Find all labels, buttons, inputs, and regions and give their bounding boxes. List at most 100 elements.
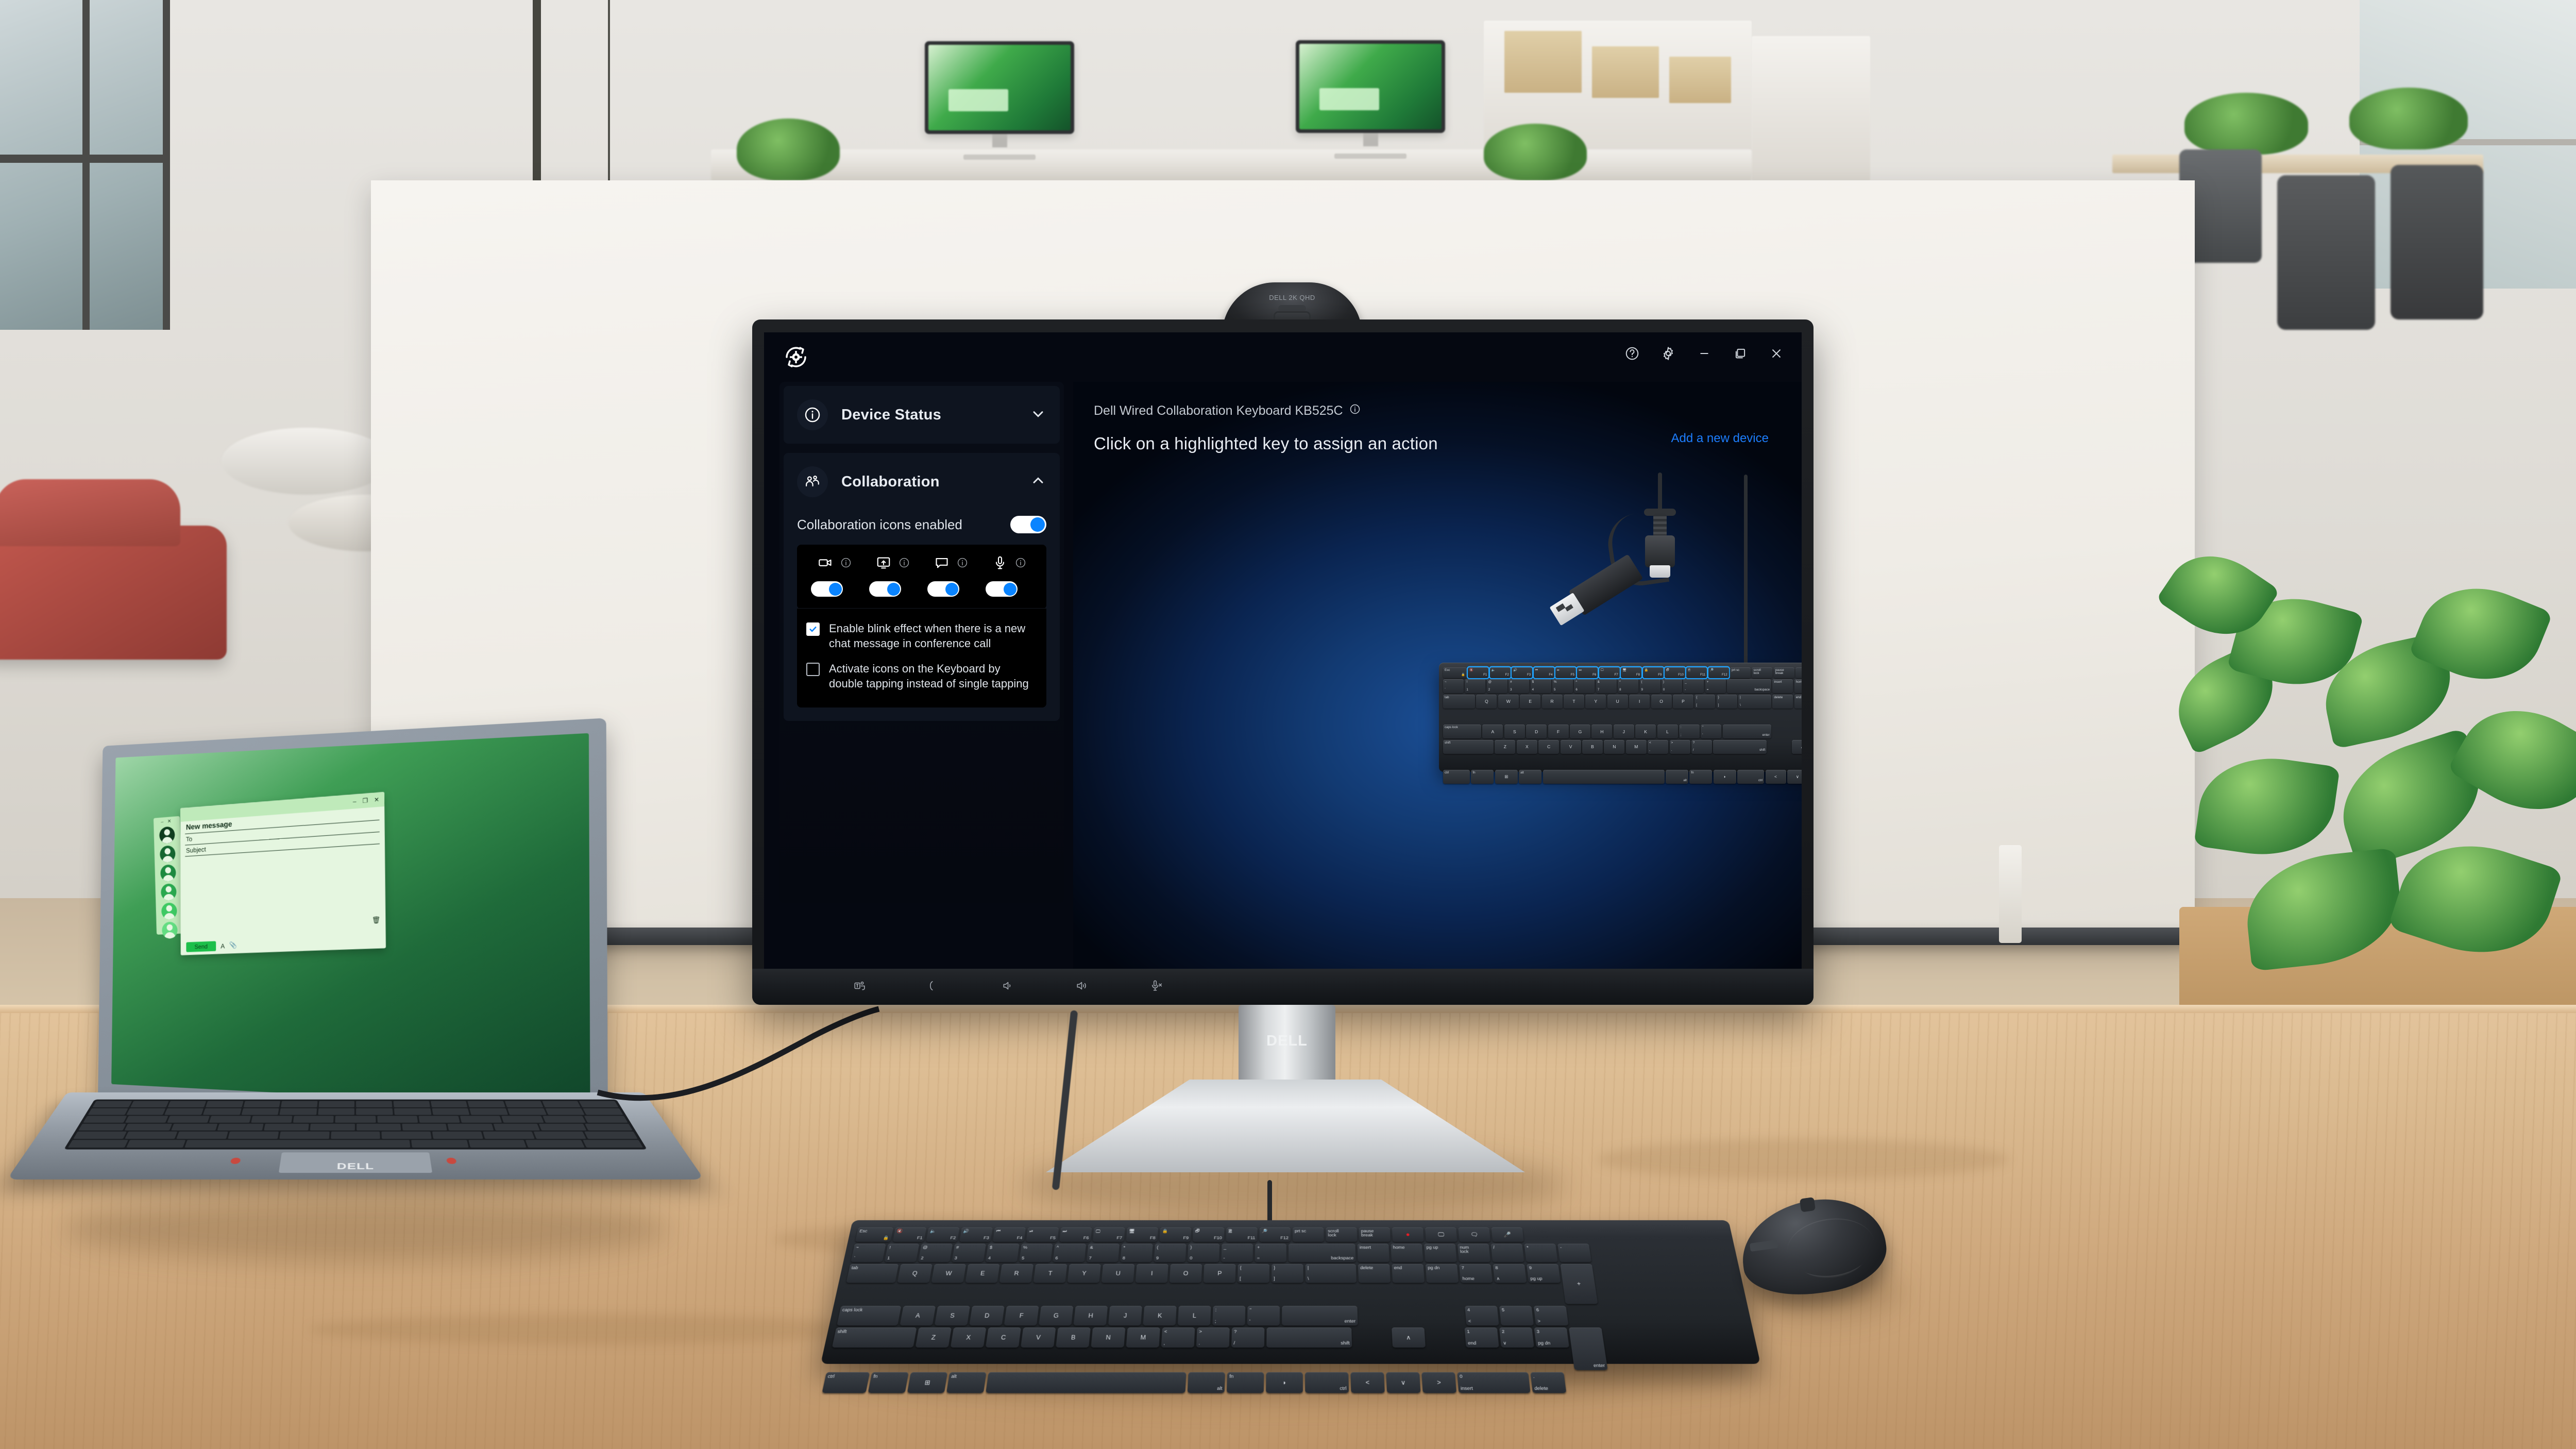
key-delete[interactable]: delete — [1772, 694, 1793, 709]
microphone-icon[interactable] — [992, 555, 1008, 573]
pkey-np-multiply[interactable]: * — [1524, 1243, 1558, 1262]
double-tap-checkbox-row[interactable]: Activate icons on the Keyboard by double… — [806, 656, 1037, 696]
pkey-2[interactable]: @2 — [918, 1243, 953, 1262]
minimize-icon[interactable] — [1697, 346, 1712, 361]
pkey-slash[interactable]: ? / — [1231, 1327, 1265, 1348]
pkey-collab-share[interactable]: 🖵 — [1425, 1227, 1458, 1242]
key-y[interactable]: Y — [1585, 694, 1606, 709]
mouse-scroll-wheel[interactable] — [1799, 1197, 1816, 1212]
mic-mute-icon[interactable] — [1150, 979, 1163, 995]
key-pause-break[interactable]: pause break — [1773, 667, 1794, 678]
key-home[interactable]: home — [1794, 679, 1802, 694]
pkey-np-minus[interactable]: - — [1557, 1243, 1592, 1262]
key-fn-left[interactable]: fn — [1471, 769, 1494, 784]
volume-down-icon[interactable] — [1002, 979, 1015, 995]
pkey-np-plus[interactable]: + — [1560, 1263, 1598, 1304]
pkey-f1[interactable]: 🔇 F1 — [892, 1227, 927, 1242]
pkey-np-0[interactable]: 0 insert — [1457, 1372, 1531, 1393]
pkey-6[interactable]: ^ 6 — [1053, 1243, 1087, 1262]
attachment-icon[interactable]: 📎 — [229, 941, 237, 950]
key-end[interactable]: end — [1794, 694, 1802, 709]
key-fn-right[interactable]: fn — [1689, 769, 1713, 784]
info-icon[interactable] — [957, 557, 968, 571]
pkey-f6[interactable]: ⏭ F6 — [1059, 1227, 1092, 1242]
key-a[interactable]: A — [1482, 724, 1503, 739]
info-circle-icon[interactable] — [1349, 403, 1361, 418]
pkey-alt-l[interactable]: alt — [946, 1372, 987, 1393]
pkey-tab[interactable]: tab — [846, 1263, 899, 1283]
key-arrow-left[interactable]: < — [1765, 769, 1786, 784]
key-i[interactable]: I — [1629, 694, 1650, 709]
key-3[interactable]: #3 — [1509, 679, 1530, 694]
minimize-icon[interactable]: – — [353, 798, 357, 805]
pkey-u[interactable]: U — [1101, 1263, 1135, 1283]
pkey-esc[interactable]: Esc 🔒 — [855, 1227, 894, 1242]
trash-icon[interactable]: 🗑 — [372, 916, 381, 924]
pkey-period[interactable]: >. — [1196, 1327, 1230, 1348]
pkey-collab-chat[interactable]: 🗨 — [1458, 1227, 1491, 1242]
pkey-backspace[interactable]: backspace — [1288, 1243, 1356, 1262]
pkey-caps[interactable]: caps lock — [837, 1306, 902, 1326]
key-s[interactable]: S — [1504, 724, 1525, 739]
pkey-np-period[interactable]: . delete — [1530, 1372, 1567, 1393]
info-icon[interactable] — [1015, 557, 1026, 571]
pkey-a[interactable]: A — [900, 1306, 936, 1326]
key-0[interactable]: ) 0 — [1661, 679, 1682, 694]
chat-bubble-icon[interactable] — [934, 555, 950, 573]
avatar[interactable] — [159, 845, 176, 863]
pkey-t[interactable]: T — [1033, 1263, 1067, 1283]
pkey-space[interactable] — [986, 1372, 1187, 1393]
pkey-arrow-right[interactable]: > — [1421, 1372, 1457, 1393]
pkey-l[interactable]: L — [1177, 1306, 1211, 1326]
key-shift-left[interactable]: shift — [1443, 739, 1494, 754]
pkey-shift-l[interactable]: shift — [832, 1327, 917, 1348]
pkey-f5[interactable]: ⏯ F5 — [1026, 1227, 1059, 1242]
key-v[interactable]: V — [1560, 739, 1581, 754]
key-backslash[interactable]: | \ — [1738, 694, 1772, 709]
pkey-np-7[interactable]: 7 home — [1459, 1263, 1493, 1283]
pkey-9[interactable]: (9 — [1154, 1243, 1187, 1262]
blink-effect-checkbox-row[interactable]: Enable blink effect when there is a new … — [806, 616, 1037, 656]
pkey-f[interactable]: F — [1004, 1306, 1039, 1326]
close-icon[interactable] — [1769, 346, 1784, 361]
key-quote[interactable]: " ' — [1701, 724, 1722, 739]
blink-effect-checkbox[interactable] — [806, 622, 820, 636]
pkey-arrow-left[interactable]: < — [1350, 1372, 1385, 1393]
microphone-toggle[interactable] — [985, 581, 1018, 597]
chat-toggle[interactable] — [927, 581, 959, 597]
pkey-bracket-r[interactable]: }] — [1271, 1263, 1303, 1283]
key-7[interactable]: & 7 — [1596, 679, 1617, 694]
pkey-m[interactable]: M — [1126, 1327, 1160, 1348]
key-bracket-left[interactable]: {[ — [1694, 694, 1716, 709]
pkey-windows[interactable]: ⊞ — [907, 1372, 948, 1393]
key-5[interactable]: % 5 — [1552, 679, 1573, 694]
pkey-np-5[interactable]: 5 — [1499, 1306, 1534, 1326]
key-period[interactable]: >. — [1669, 739, 1690, 754]
pkey-c[interactable]: C — [985, 1327, 1021, 1348]
key-f[interactable]: F — [1548, 724, 1569, 739]
key-z[interactable]: Z — [1495, 739, 1516, 754]
pkey-4[interactable]: $4 — [985, 1243, 1020, 1262]
avatar[interactable] — [159, 826, 175, 844]
card-device-status[interactable]: Device Status — [784, 386, 1060, 444]
key-arrow-up[interactable]: ∧ — [1792, 739, 1802, 754]
pkey-f7[interactable]: 🖵 F7 — [1092, 1227, 1125, 1242]
avatar[interactable] — [160, 864, 176, 882]
pkey-np-8[interactable]: 8 ∧ — [1493, 1263, 1527, 1283]
pkey-x[interactable]: X — [950, 1327, 987, 1348]
pkey-np-2[interactable]: 2 ∨ — [1499, 1327, 1534, 1348]
contacts-panel[interactable]: – ✕ — [153, 816, 183, 939]
pkey-f2[interactable]: 🔈 F2 — [926, 1227, 960, 1242]
double-tap-checkbox[interactable] — [806, 663, 820, 677]
pkey-copilot[interactable]: ◗ — [1266, 1372, 1303, 1393]
pkey-d[interactable]: D — [969, 1306, 1005, 1326]
key-scroll-lock[interactable]: scroll lock — [1752, 667, 1773, 678]
physical-keyboard[interactable]: Esc 🔒 🔇 F1 🔈 F2 🔊 F3 ⏮ F4 ⏯ F5 ⏭ F6 🖵 F7 🖥 F8 🔒 F9… — [820, 1220, 1761, 1393]
camera-icon[interactable] — [818, 555, 833, 573]
screen-share-toggle[interactable] — [869, 581, 901, 597]
key-9[interactable]: (9 — [1639, 679, 1660, 694]
key-8[interactable]: * 8 — [1618, 679, 1639, 694]
pkey-f11[interactable]: 🖻 F11 — [1226, 1227, 1258, 1242]
key-f6-next-track[interactable]: ⏭ F6 — [1577, 667, 1598, 678]
key-k[interactable]: K — [1635, 724, 1656, 739]
